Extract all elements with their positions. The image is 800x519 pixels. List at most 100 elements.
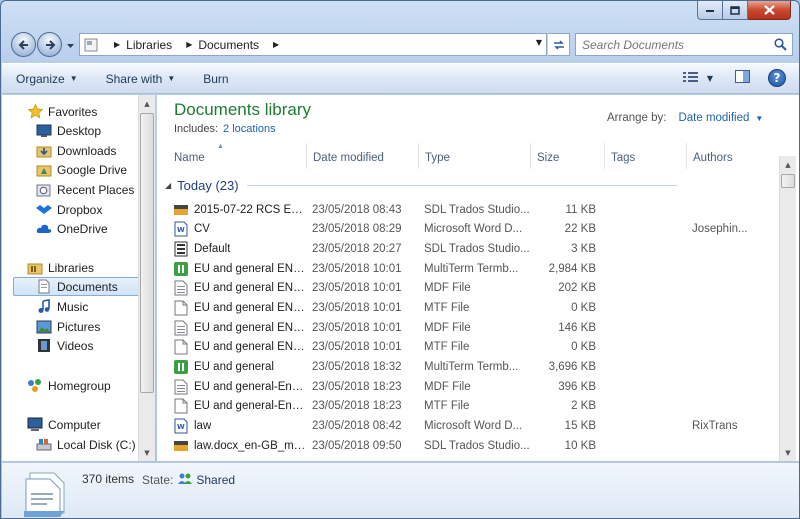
arrange-by-value[interactable]: Date modified xyxy=(678,112,749,124)
breadcrumb-libraries[interactable]: Libraries xyxy=(126,38,172,52)
address-history-dropdown[interactable]: ▼ xyxy=(536,38,542,47)
file-type: MDF File xyxy=(424,321,471,334)
maximize-icon xyxy=(730,5,740,15)
breadcrumb-arrow-icon[interactable]: ▶ xyxy=(186,40,192,49)
nav-item-label: Videos xyxy=(57,338,94,353)
share-with-button[interactable]: Share with ▼ xyxy=(106,72,176,86)
collapse-group-icon[interactable]: ◢ xyxy=(165,181,171,190)
scroll-thumb[interactable] xyxy=(781,174,795,188)
nav-homegroup[interactable]: Homegroup xyxy=(27,376,111,395)
file-name-cell[interactable]: W CV xyxy=(157,221,306,237)
scroll-thumb[interactable] xyxy=(140,113,154,393)
column-size[interactable]: Size xyxy=(531,143,605,169)
group-header-today[interactable]: ◢ Today (23) xyxy=(165,178,677,193)
file-name-cell[interactable]: 2015-07-22 RCS Extr... xyxy=(157,202,306,218)
nav-item-music[interactable]: Music xyxy=(36,297,88,316)
nav-libraries[interactable]: Libraries xyxy=(27,258,94,277)
file-name: EU and general EN-... xyxy=(194,302,306,315)
column-date-modified[interactable]: Date modified xyxy=(307,143,419,169)
file-row[interactable]: EU and general EN-... 23/05/2018 10:01 MTF… xyxy=(157,337,777,357)
nav-item-recent-places[interactable]: Recent Places xyxy=(36,180,134,199)
back-button[interactable] xyxy=(11,32,36,57)
column-label: Name xyxy=(174,152,205,164)
file-row[interactable]: Default 23/05/2018 20:27 SDL Trados Studio… xyxy=(157,239,777,259)
file-name: EU and general EN-... xyxy=(194,282,306,295)
nav-item-videos[interactable]: Videos xyxy=(36,336,93,355)
file-name-cell[interactable]: EU and general EN-... xyxy=(157,300,306,316)
close-icon xyxy=(763,5,775,15)
scroll-down-icon[interactable]: ▼ xyxy=(139,444,155,461)
address-bar[interactable]: ▶ Libraries ▶ Documents ▶ ▼ xyxy=(79,33,547,56)
breadcrumb-arrow-icon[interactable]: ▶ xyxy=(273,40,279,49)
nav-favorites[interactable]: Favorites xyxy=(27,102,97,121)
breadcrumb-documents[interactable]: Documents xyxy=(198,38,259,52)
column-name[interactable]: ▲ Name xyxy=(157,143,307,169)
file-name: EU and general EN-... xyxy=(194,341,306,354)
file-name-cell[interactable]: EU and general EN-... xyxy=(157,320,306,336)
file-name-cell[interactable]: Wlaw xyxy=(157,418,306,434)
file-row[interactable]: EU and general EN-... 23/05/2018 10:01 MTF… xyxy=(157,298,777,318)
breadcrumb-arrow-icon[interactable]: ▶ xyxy=(114,40,120,49)
nav-item-label: Music xyxy=(57,299,89,314)
file-name-cell[interactable]: law.docx_en-GB_mt... xyxy=(157,438,306,454)
preview-pane-icon[interactable] xyxy=(735,70,750,86)
search-icon[interactable] xyxy=(774,38,787,54)
file-row[interactable]: EU and general-Eng... 23/05/2018 18:23 MDF… xyxy=(157,377,777,397)
nav-item-desktop[interactable]: Desktop xyxy=(36,121,101,140)
file-name-cell[interactable]: EU and general xyxy=(157,359,306,375)
scroll-down-icon[interactable]: ▼ xyxy=(780,444,796,461)
maximize-button[interactable] xyxy=(723,1,748,20)
file-row[interactable]: Wlaw 23/05/2018 08:42 Microsoft Word D... 1… xyxy=(157,416,777,436)
file-list-scrollbar[interactable]: ▲ ▼ xyxy=(779,156,796,461)
nav-item-onedrive[interactable]: OneDrive xyxy=(36,219,108,238)
music-note-icon xyxy=(36,299,52,315)
file-row[interactable]: EU and general 23/05/2018 18:32 MultiTerm … xyxy=(157,357,777,377)
forward-arrow-icon xyxy=(45,39,55,50)
scroll-up-icon[interactable]: ▲ xyxy=(780,156,796,173)
burn-button[interactable]: Burn xyxy=(203,72,228,86)
chevron-down-icon[interactable]: ▼ xyxy=(755,114,763,123)
nav-item-local-disk[interactable]: Local Disk (C:) xyxy=(36,435,136,454)
search-box[interactable] xyxy=(575,33,793,56)
nav-pane-scrollbar[interactable]: ▲ ▼ xyxy=(138,95,155,461)
arrange-by[interactable]: Arrange by: Date modified ▼ xyxy=(607,112,763,124)
file-name-cell[interactable]: EU and general EN-... xyxy=(157,280,306,296)
scroll-up-icon[interactable]: ▲ xyxy=(139,95,155,112)
includes-label: Includes: xyxy=(174,123,219,135)
column-type[interactable]: Type xyxy=(419,143,531,169)
nav-item-google-drive[interactable]: Google Drive xyxy=(36,160,127,179)
file-row[interactable]: EU and general EN-... 23/05/2018 10:01 MDF… xyxy=(157,279,777,299)
organize-button[interactable]: Organize ▼ xyxy=(16,72,78,86)
forward-button[interactable] xyxy=(37,32,62,57)
file-name-cell[interactable]: EU and general-Eng... xyxy=(157,379,306,395)
search-input[interactable] xyxy=(582,37,767,52)
file-row[interactable]: 2015-07-22 RCS Extr... 23/05/2018 08:43 SD… xyxy=(157,200,777,220)
recent-pages-dropdown[interactable] xyxy=(66,40,75,49)
column-tags[interactable]: Tags xyxy=(605,143,687,169)
file-row[interactable]: W CV 23/05/2018 08:29 Microsoft Word D... 22… xyxy=(157,220,777,240)
nav-item-dropbox[interactable]: Dropbox xyxy=(36,200,102,219)
close-button[interactable] xyxy=(748,1,791,20)
view-dropdown[interactable]: ▼ xyxy=(707,74,713,83)
view-options-icon[interactable] xyxy=(682,71,699,86)
nav-item-label: Recent Places xyxy=(57,182,135,197)
svg-text:W: W xyxy=(177,423,185,431)
file-name-cell[interactable]: EU and general-Eng... xyxy=(157,398,306,414)
file-row[interactable]: EU and general EN-... 23/05/2018 10:01 MDF… xyxy=(157,318,777,338)
file-name-cell[interactable]: Default xyxy=(157,241,306,257)
nav-item-downloads[interactable]: Downloads xyxy=(36,141,116,160)
help-icon[interactable]: ? xyxy=(768,69,786,87)
file-row[interactable]: EU and general EN-... 23/05/2018 10:01 Mul… xyxy=(157,259,777,279)
minimize-button[interactable] xyxy=(697,1,723,20)
file-name-cell[interactable]: EU and general EN-... xyxy=(157,261,306,277)
column-authors[interactable]: Authors xyxy=(687,143,777,169)
file-author: Josephin... xyxy=(692,223,748,236)
file-name-cell[interactable]: EU and general EN-... xyxy=(157,339,306,355)
locations-link[interactable]: 2 locations xyxy=(223,123,276,135)
nav-item-pictures[interactable]: Pictures xyxy=(36,317,100,336)
file-row[interactable]: law.docx_en-GB_mt... 23/05/2018 09:50 SDL … xyxy=(157,436,777,456)
refresh-button[interactable] xyxy=(548,33,570,56)
file-row[interactable]: EU and general-Eng... 23/05/2018 18:23 MTF… xyxy=(157,396,777,416)
nav-item-documents[interactable]: Documents xyxy=(13,277,153,296)
nav-computer[interactable]: Computer xyxy=(27,415,101,434)
